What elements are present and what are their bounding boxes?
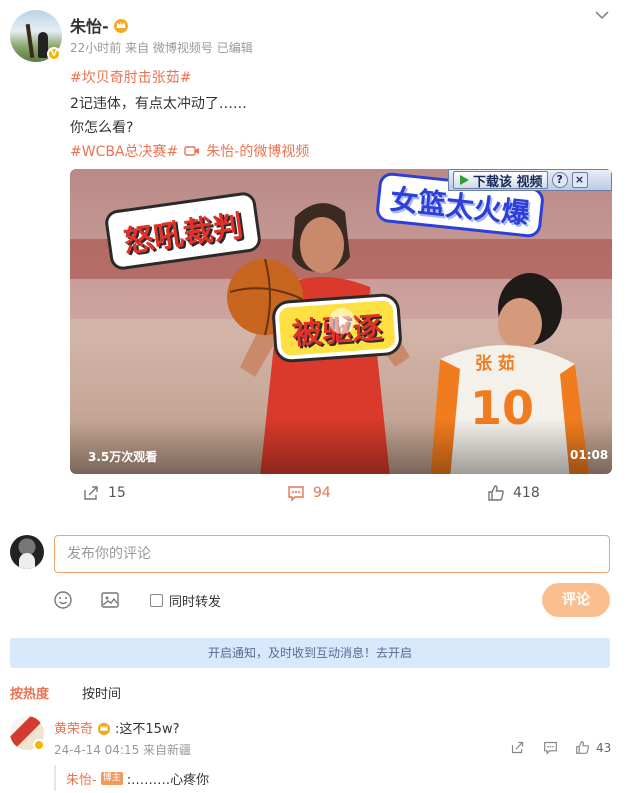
my-avatar[interactable] [10, 535, 44, 569]
tab-sort-hot[interactable]: 按热度 [10, 683, 49, 702]
comment-like-button[interactable]: 43 [575, 740, 611, 755]
share-icon [511, 741, 524, 754]
comment-input[interactable]: 发布你的评论 [54, 535, 610, 573]
reply-text: :………心疼你 [126, 772, 210, 788]
share-count: 15 [108, 485, 126, 501]
repost-label: 同时转发 [169, 595, 222, 610]
author-name-row: 朱怡- [70, 13, 129, 37]
commenter-name[interactable]: 黄荣奇 [54, 718, 93, 737]
comment-count: 94 [313, 485, 331, 501]
play-arrow-icon [460, 175, 469, 185]
comment-share-button[interactable] [510, 740, 525, 755]
comment-reply: 朱怡- 博主 :………心疼你 [54, 765, 610, 791]
comment-like-count: 43 [596, 740, 612, 755]
submit-comment-button[interactable]: 评论 [542, 583, 610, 617]
play-icon[interactable] [328, 307, 356, 335]
tab-sort-time[interactable]: 按时间 [82, 683, 121, 702]
comment-header: 黄荣奇 :这不15w? [54, 718, 179, 737]
share-button[interactable]: 15 [82, 484, 126, 502]
video-bottom-shade [70, 419, 612, 474]
download-video-button[interactable]: 下载该 视频 [453, 171, 548, 190]
comment-text: :这不15w? [115, 722, 180, 737]
like-icon [576, 741, 590, 754]
like-icon [488, 485, 504, 501]
author-name[interactable]: 朱怡- [70, 13, 109, 37]
reply-author-name[interactable]: 朱怡- [66, 769, 97, 788]
crown-icon [97, 722, 111, 735]
verified-badge-icon [33, 739, 45, 751]
comment-icon [288, 486, 304, 502]
avatar-tree [25, 23, 35, 59]
like-count: 418 [513, 485, 540, 501]
crown-icon [113, 19, 128, 33]
post-line-2: 2记违体，有点太冲动了…… [70, 96, 247, 112]
author-badge: 博主 [100, 771, 123, 785]
jersey-name: 张 茹 [475, 354, 515, 374]
comment-icon [544, 741, 557, 755]
close-button[interactable]: × [571, 172, 588, 188]
hashtag-link[interactable]: #WCBA总决赛# [70, 141, 178, 161]
video-source-link[interactable]: 朱怡-的微博视频 [206, 141, 309, 161]
like-button[interactable]: 418 [487, 484, 540, 502]
comment-meta: 24-4-14 04:15 来自新疆 [54, 743, 192, 757]
post-meta: 22小时前 来自 微博视频号 已编辑 [70, 41, 253, 55]
repost-option[interactable]: 同时转发 [150, 591, 221, 610]
comment-reply-button[interactable] [543, 740, 558, 755]
notification-banner[interactable]: 开启通知，及时收到互动消息！去开启 [10, 638, 610, 668]
post-line-1: #坎贝奇肘击张茹# [70, 67, 191, 87]
post-line-3: 你怎么看? [70, 120, 134, 136]
video-camera-icon [184, 146, 200, 156]
video-duration: 01:08 [570, 448, 609, 462]
help-button[interactable]: ? [551, 172, 568, 188]
hashtag-link[interactable]: #坎贝奇肘击张茹# [70, 70, 191, 86]
emoji-icon[interactable] [53, 590, 73, 610]
video-player[interactable]: 张 茹 10 怒吼裁判 女篮太火爆 被驱逐 下载该 视频 ? × 3.5万次观看… [70, 169, 612, 474]
share-icon [84, 486, 98, 500]
chevron-down-icon[interactable] [593, 6, 611, 24]
comment-button[interactable]: 94 [287, 484, 331, 502]
repost-checkbox[interactable] [150, 594, 163, 607]
verified-badge-icon: V [47, 47, 61, 61]
view-count: 3.5万次观看 [88, 450, 158, 464]
post-line-4: #WCBA总决赛# 朱怡-的微博视频 [70, 141, 309, 161]
image-icon[interactable] [100, 590, 120, 610]
download-label: 下载该 视频 [473, 174, 543, 190]
download-toolbar: 下载该 视频 ? × [448, 169, 612, 191]
